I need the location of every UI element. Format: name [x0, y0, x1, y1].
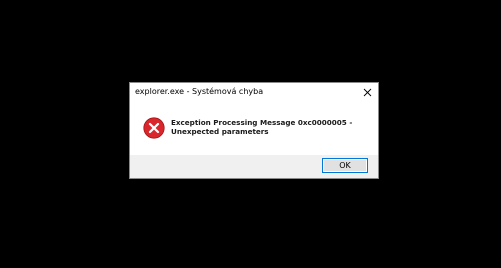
dialog-titlebar[interactable]: explorer.exe - Systémová chyba	[130, 83, 378, 101]
ok-button[interactable]: OK	[322, 158, 368, 173]
error-icon	[143, 117, 165, 139]
error-message: Exception Processing Message 0xc0000005 …	[171, 118, 353, 136]
close-button[interactable]	[358, 84, 376, 100]
dialog-title: explorer.exe - Systémová chyba	[135, 87, 264, 96]
dialog-footer: OK	[130, 155, 378, 178]
dialog-content: Exception Processing Message 0xc0000005 …	[130, 101, 378, 155]
desktop-screen: explorer.exe - Systémová chyba Exception…	[0, 0, 501, 268]
close-icon	[363, 88, 371, 96]
error-dialog: explorer.exe - Systémová chyba Exception…	[129, 82, 379, 179]
